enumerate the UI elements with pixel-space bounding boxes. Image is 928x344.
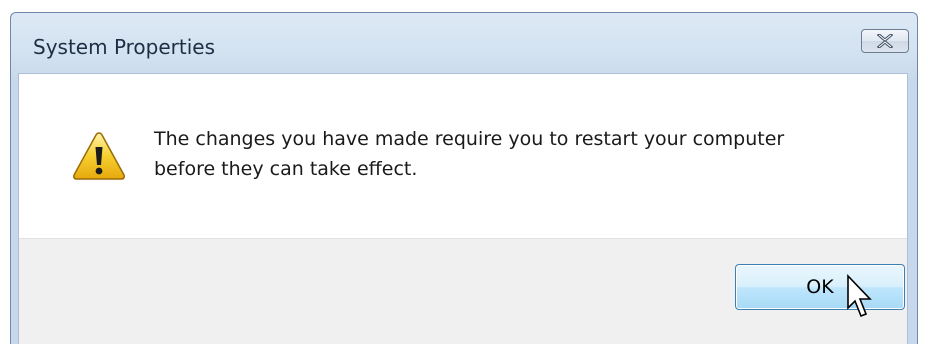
- window-title: System Properties: [33, 35, 216, 59]
- button-area: OK: [19, 238, 907, 344]
- close-icon: [877, 34, 893, 48]
- dialog-content: The changes you have made require you to…: [18, 73, 908, 344]
- title-bar[interactable]: System Properties: [11, 13, 917, 73]
- message-area: The changes you have made require you to…: [19, 74, 907, 238]
- message-line-1: The changes you have made require you to…: [154, 128, 785, 150]
- close-button[interactable]: [861, 29, 909, 53]
- screen: System Properties The changes you have m…: [0, 0, 928, 344]
- message-line-2: before they can take effect.: [154, 158, 418, 180]
- system-properties-dialog: System Properties The changes you have m…: [10, 12, 918, 344]
- message-text: The changes you have made require you to…: [154, 124, 874, 184]
- ok-button-label: OK: [806, 276, 834, 298]
- warning-icon: [73, 132, 125, 180]
- ok-button[interactable]: OK: [735, 264, 905, 310]
